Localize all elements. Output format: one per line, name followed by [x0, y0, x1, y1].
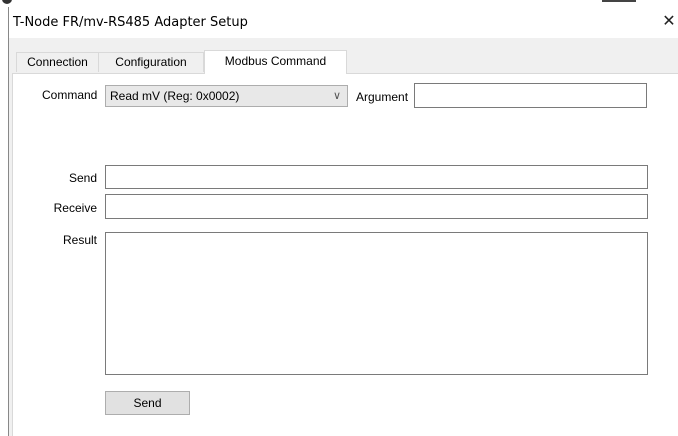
- argument-label: Argument: [356, 90, 409, 104]
- tab-configuration[interactable]: Configuration: [98, 52, 204, 72]
- receive-label: Receive: [53, 201, 97, 215]
- result-label: Result: [62, 233, 97, 247]
- tab-modbus-command[interactable]: Modbus Command: [204, 50, 347, 74]
- command-select[interactable]: Read mV (Reg: 0x0002) ∨: [105, 85, 348, 107]
- receive-field[interactable]: [105, 194, 648, 219]
- tab-connection[interactable]: Connection: [16, 52, 99, 72]
- command-select-value: Read mV (Reg: 0x0002): [110, 89, 240, 103]
- title-bar: T-Node FR/mv-RS485 Adapter Setup ✕: [9, 7, 678, 38]
- background-window-strip: [0, 0, 678, 8]
- result-textarea[interactable]: [105, 232, 648, 375]
- send-label: Send: [68, 171, 97, 185]
- dialog-client-area: Connection Configuration Modbus Command …: [9, 38, 678, 436]
- send-field[interactable]: [105, 165, 648, 189]
- setup-dialog: T-Node FR/mv-RS485 Adapter Setup ✕ Conne…: [8, 7, 678, 436]
- close-icon[interactable]: ✕: [659, 11, 678, 33]
- chevron-down-icon[interactable]: ∨: [333, 86, 341, 106]
- window-title: T-Node FR/mv-RS485 Adapter Setup: [13, 15, 248, 30]
- command-label: Command: [42, 88, 98, 102]
- background-dash: [602, 0, 636, 2]
- argument-input[interactable]: [414, 83, 647, 108]
- background-icon: [2, 0, 12, 4]
- send-button[interactable]: Send: [105, 391, 190, 415]
